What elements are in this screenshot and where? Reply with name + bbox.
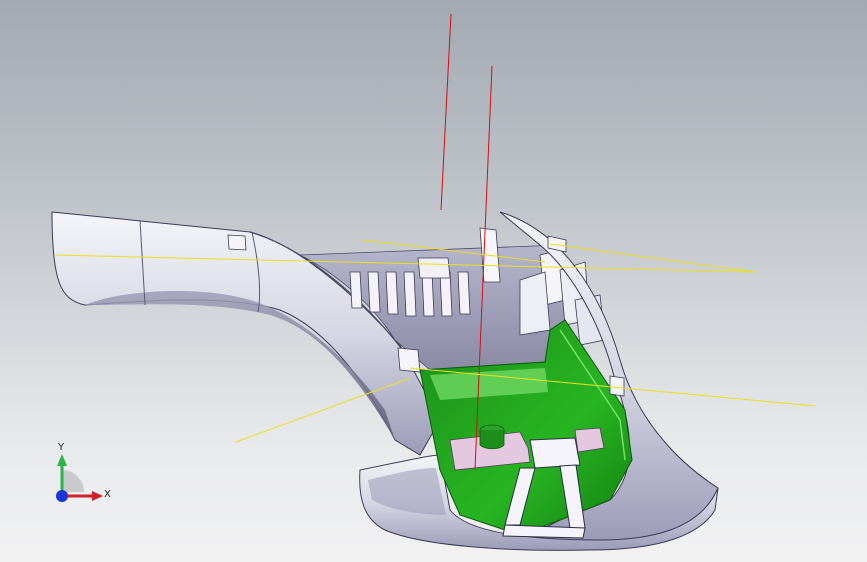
3d-model-view[interactable] [0,0,867,562]
reference-triad[interactable]: Y X [40,440,130,520]
y-axis-label: Y [58,442,65,453]
pink-component-right [574,427,605,453]
graphics-viewport[interactable]: Y X [0,0,867,562]
snap-tab [227,234,247,251]
red-axis-line [440,13,452,211]
cylinder-boss-side [479,430,505,450]
snap-tab [609,375,625,397]
mounting-boss [417,257,451,279]
x-axis-label: X [104,489,111,500]
